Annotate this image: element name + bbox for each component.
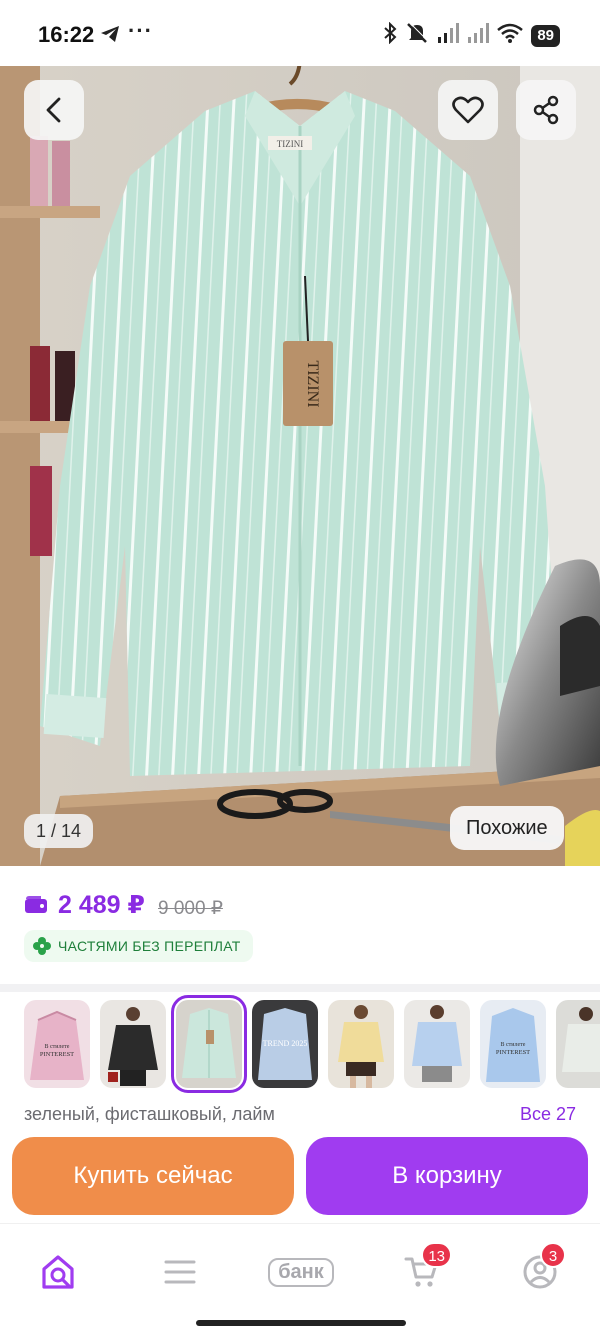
- price-section: 2 489 ₽ 9 000 ₽ ЧАСТЯМИ БЕЗ ПЕРЕПЛАТ: [0, 866, 600, 984]
- svg-text:PINTEREST: PINTEREST: [496, 1049, 530, 1056]
- heart-icon: [452, 96, 484, 124]
- status-more: ···: [128, 18, 153, 43]
- menu-icon: [164, 1260, 196, 1284]
- variant-thumb-selected[interactable]: [171, 995, 247, 1093]
- telegram-icon: [100, 25, 120, 48]
- image-counter: 1 / 14: [24, 814, 94, 848]
- status-bar: 16:22 ··· 89: [0, 0, 600, 66]
- wallet-icon: [24, 894, 48, 919]
- svg-text:В стилете: В стилете: [45, 1044, 70, 1050]
- nav-home[interactable]: [30, 1250, 90, 1294]
- add-to-cart-button[interactable]: В корзину: [306, 1137, 588, 1215]
- bank-label: банк: [268, 1257, 334, 1287]
- variant-thumb[interactable]: [556, 1000, 600, 1088]
- svg-text:TIZINI: TIZINI: [277, 139, 304, 149]
- home-indicator: [196, 1320, 406, 1326]
- similar-button[interactable]: Похожие: [450, 806, 564, 850]
- cart-badge: 13: [421, 1242, 452, 1268]
- variant-thumbnails: В стилете PINTEREST TREND 2025 В стилете P…: [24, 995, 600, 1093]
- share-icon: [533, 95, 559, 125]
- product-image-gallery[interactable]: TIZINI TIZINI 1 / 14 Похожие: [0, 66, 600, 866]
- nav-cart[interactable]: 13: [392, 1242, 452, 1294]
- mute-icon: [405, 22, 429, 49]
- share-button[interactable]: [516, 80, 576, 140]
- signal-icon: [467, 23, 490, 48]
- buy-now-button[interactable]: Купить сейчас: [12, 1137, 294, 1215]
- nav-catalog[interactable]: [150, 1250, 210, 1294]
- favorite-button[interactable]: [438, 80, 498, 140]
- variant-thumb[interactable]: [328, 1000, 394, 1088]
- installments-label: ЧАСТЯМИ БЕЗ ПЕРЕПЛАТ: [58, 938, 241, 954]
- divider: [0, 984, 600, 992]
- svg-text:TREND 2025: TREND 2025: [263, 1039, 308, 1048]
- svg-text:В стилете: В стилете: [501, 1042, 526, 1048]
- brand-tag: TIZINI: [304, 360, 321, 407]
- installments-badge[interactable]: ЧАСТЯМИ БЕЗ ПЕРЕПЛАТ: [24, 930, 253, 962]
- nav-bank[interactable]: банк: [262, 1250, 340, 1294]
- variant-thumb[interactable]: TREND 2025: [252, 1000, 318, 1088]
- all-variants-link[interactable]: Все 27: [520, 1104, 576, 1125]
- old-price: 9 000 ₽: [158, 898, 223, 919]
- variant-thumb[interactable]: В стилете PINTEREST: [480, 1000, 546, 1088]
- nav-profile[interactable]: 3: [510, 1242, 570, 1294]
- bluetooth-icon: [383, 21, 397, 49]
- status-time: 16:22: [38, 22, 95, 47]
- chevron-left-icon: [46, 97, 61, 123]
- purchase-bar: Купить сейчас В корзину: [0, 1127, 600, 1223]
- current-price: 2 489 ₽: [58, 891, 145, 919]
- battery-icon: 89: [531, 24, 560, 47]
- back-button[interactable]: [24, 80, 84, 140]
- color-name: зеленый, фисташковый, лайм: [24, 1104, 275, 1124]
- signal-icon: [437, 23, 460, 48]
- svg-text:PINTEREST: PINTEREST: [40, 1051, 74, 1058]
- product-photo: TIZINI TIZINI: [0, 66, 600, 866]
- clover-icon: [33, 937, 51, 955]
- status-icons: 89: [383, 21, 560, 49]
- wifi-icon: [497, 23, 524, 48]
- profile-badge: 3: [540, 1242, 566, 1268]
- variant-thumb[interactable]: [100, 1000, 166, 1088]
- variant-thumb[interactable]: В стилете PINTEREST: [24, 1000, 90, 1088]
- color-variants: В стилете PINTEREST TREND 2025 В стилете P…: [0, 992, 600, 1127]
- variant-thumb[interactable]: [404, 1000, 470, 1088]
- bottom-navigation: банк 13 3: [0, 1223, 600, 1335]
- home-search-icon: [42, 1255, 74, 1289]
